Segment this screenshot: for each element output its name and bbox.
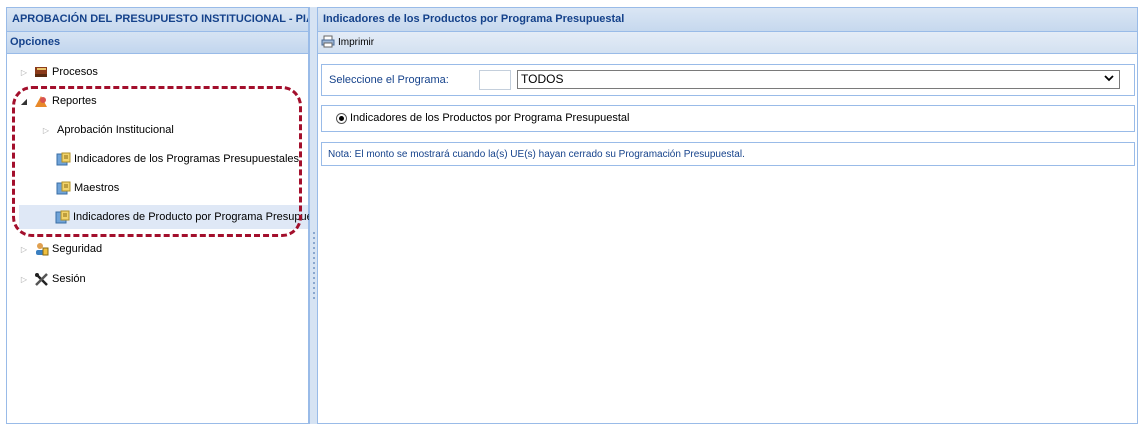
program-select[interactable]: TODOS	[517, 70, 1120, 89]
print-label: Imprimir	[338, 37, 375, 48]
security-user-icon	[33, 242, 49, 256]
tree-item-indicadores-programas[interactable]: Indicadores de los Programas Presupuesta…	[51, 147, 299, 171]
program-code-input[interactable]	[479, 70, 511, 90]
tree-item-aprobacion-institucional[interactable]: ▷ Aprobación Institucional	[41, 118, 174, 142]
panel-splitter[interactable]	[309, 7, 318, 424]
expand-arrow-icon[interactable]: ▷	[41, 126, 51, 135]
tree-item-label: Reportes	[52, 95, 97, 107]
options-header: Opciones	[7, 32, 308, 54]
expand-arrow-icon[interactable]: ▷	[19, 68, 29, 77]
tree-item-label: Indicadores de los Programas Presupuesta…	[74, 153, 300, 165]
report-type-radio[interactable]: Indicadores de los Productos por Program…	[336, 112, 629, 124]
report-doc-icon	[55, 210, 70, 224]
chevron-down-icon[interactable]	[1103, 71, 1115, 90]
tree-item-procesos[interactable]: ▷ Procesos	[19, 60, 98, 84]
program-select-value: TODOS	[521, 72, 564, 86]
printer-icon	[321, 35, 335, 51]
tree-item-label: Seguridad	[52, 243, 103, 255]
tree-item-seguridad[interactable]: ▷ Seguridad	[19, 237, 102, 261]
program-filter: Seleccione el Programa: TODOS	[321, 64, 1135, 96]
app-window: APROBACIÓN DEL PRESUPUESTO INSTITUCIONAL…	[0, 0, 1138, 424]
splitter-grip-icon[interactable]	[313, 232, 315, 302]
tree-item-label: Sesión	[52, 273, 86, 285]
report-doc-icon	[55, 181, 71, 195]
app-title: APROBACIÓN DEL PRESUPUESTO INSTITUCIONAL…	[7, 8, 308, 32]
tree-item-maestros[interactable]: Maestros	[51, 176, 119, 200]
report-toolbar: Imprimir	[318, 32, 1137, 54]
reports-icon	[33, 94, 49, 108]
expand-arrow-icon[interactable]: ▷	[19, 245, 29, 254]
options-panel: APROBACIÓN DEL PRESUPUESTO INSTITUCIONAL…	[6, 7, 330, 424]
report-doc-icon	[55, 152, 71, 166]
tree-item-sesion[interactable]: ▷ Sesión	[19, 267, 86, 291]
radio-label: Indicadores de los Productos por Program…	[350, 112, 630, 124]
tools-icon	[33, 272, 49, 286]
tree-item-label: Aprobación Institucional	[57, 124, 174, 136]
note-box: Nota: El monto se mostrará cuando la(s) …	[321, 142, 1135, 166]
tree-item-label: Procesos	[52, 66, 98, 78]
tree-item-label: Maestros	[74, 182, 120, 194]
book-icon	[33, 65, 49, 79]
report-panel: Indicadores de los Productos por Program…	[318, 7, 1138, 424]
report-type-group: Indicadores de los Productos por Program…	[321, 105, 1135, 132]
note-text: Nota: El monto se mostrará cuando la(s) …	[328, 149, 745, 160]
print-button[interactable]: Imprimir	[321, 35, 374, 51]
report-title: Indicadores de los Productos por Program…	[318, 8, 1137, 32]
tree-item-label: Indicadores de Producto por Programa Pre…	[73, 211, 330, 223]
tree-item-indicadores-producto[interactable]: Indicadores de Producto por Programa Pre…	[19, 205, 330, 229]
program-label: Seleccione el Programa:	[329, 74, 449, 86]
tree-item-reportes[interactable]: ◢ Reportes	[19, 89, 97, 113]
radio-checked-icon[interactable]	[336, 112, 347, 124]
expand-arrow-icon[interactable]: ▷	[19, 275, 29, 284]
collapse-arrow-icon[interactable]: ◢	[19, 97, 29, 106]
